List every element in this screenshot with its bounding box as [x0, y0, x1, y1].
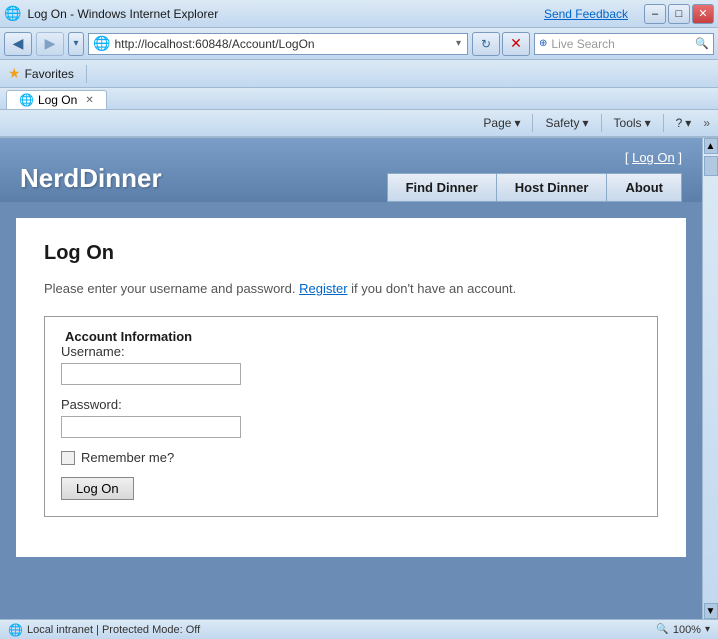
username-input[interactable]	[61, 363, 241, 385]
scrollbar[interactable]: ▲ ▼	[702, 138, 718, 619]
search-button[interactable]: 🔍	[695, 37, 709, 50]
favorites-label: Favorites	[25, 67, 74, 81]
favorites-button[interactable]: ★ Favorites	[4, 63, 78, 84]
header-login: [ Log On ]	[625, 150, 682, 165]
scroll-down-button[interactable]: ▼	[704, 603, 718, 619]
zoom-chevron-icon[interactable]: ▾	[705, 624, 710, 635]
username-group: Username:	[61, 344, 641, 385]
logon-button[interactable]: Log On	[61, 477, 134, 500]
live-search-icon: ⊕	[539, 38, 547, 49]
find-dinner-nav-button[interactable]: Find Dinner	[387, 173, 497, 202]
fav-separator	[86, 65, 87, 83]
star-icon: ★	[8, 65, 21, 82]
tab-label: Log On	[38, 93, 77, 107]
scroll-up-button[interactable]: ▲	[704, 138, 718, 154]
toolbar-separator-2	[601, 114, 602, 132]
page-area: NerdDinner [ Log On ] Find Dinner Host D…	[0, 138, 702, 619]
tools-label: Tools	[614, 116, 642, 130]
maximize-button[interactable]: □	[668, 4, 690, 24]
safety-chevron-icon: ▾	[583, 116, 589, 130]
help-icon: ?	[676, 116, 683, 130]
address-dropdown-arrow[interactable]: ▾	[454, 38, 463, 49]
toolbar-separator-3	[663, 114, 664, 132]
main-nav: Find Dinner Host Dinner About	[387, 173, 682, 202]
safety-menu-button[interactable]: Safety ▾	[541, 114, 592, 132]
username-label: Username:	[61, 344, 641, 359]
browser-icon: 🌐	[4, 5, 21, 22]
titlebar: 🌐 Log On - Windows Internet Explorer Sen…	[0, 0, 718, 28]
help-button[interactable]: ? ▾	[672, 114, 696, 132]
site-logo: NerdDinner	[20, 163, 162, 202]
minimize-button[interactable]: –	[644, 4, 666, 24]
help-chevron-icon: ▾	[685, 116, 691, 130]
toolbar-overflow-button[interactable]: »	[703, 116, 710, 130]
page-title: Log On	[44, 242, 658, 265]
intro-text: Please enter your username and password.	[44, 281, 295, 296]
tab-icon: 🌐	[19, 93, 34, 107]
browser-content: NerdDinner [ Log On ] Find Dinner Host D…	[0, 138, 718, 619]
address-icon: 🌐	[93, 35, 110, 52]
intro-suffix: if you don't have an account.	[351, 281, 516, 296]
search-box[interactable]: ⊕ Live Search 🔍	[534, 33, 714, 55]
zoom-level[interactable]: 100%	[673, 624, 701, 636]
remember-row: Remember me?	[61, 450, 641, 465]
refresh-button[interactable]: ↻	[472, 32, 500, 56]
tab-bar: 🌐 Log On ✕	[0, 88, 718, 110]
login-card: Log On Please enter your username and pa…	[16, 218, 686, 557]
site-header: NerdDinner [ Log On ] Find Dinner Host D…	[0, 138, 702, 202]
tools-menu-button[interactable]: Tools ▾	[610, 114, 655, 132]
addressbar: ◀ ▶ ▾ 🌐 http://localhost:60848/Account/L…	[0, 28, 718, 60]
host-dinner-nav-button[interactable]: Host Dinner	[496, 173, 608, 202]
address-box[interactable]: 🌐 http://localhost:60848/Account/LogOn ▾	[88, 33, 468, 55]
register-link[interactable]: Register	[299, 281, 347, 296]
tools-chevron-icon: ▾	[645, 116, 651, 130]
password-label: Password:	[61, 397, 641, 412]
favorites-bar: ★ Favorites	[0, 60, 718, 88]
login-suffix: ]	[678, 150, 682, 165]
login-prefix: [	[625, 150, 629, 165]
scrollbar-thumb[interactable]	[704, 156, 718, 176]
status-right: 🔍 100% ▾	[656, 624, 710, 636]
statusbar: 🌐 Local intranet | Protected Mode: Off 🔍…	[0, 619, 718, 639]
back-button[interactable]: ◀	[4, 32, 32, 56]
remember-checkbox[interactable]	[61, 451, 75, 465]
account-fieldset: Account Information Username: Password: …	[44, 316, 658, 517]
ie-toolbar: Page ▾ Safety ▾ Tools ▾ ? ▾ »	[0, 110, 718, 138]
zoom-icon: 🔍	[656, 624, 668, 635]
tab-close-icon[interactable]: ✕	[85, 95, 93, 106]
fieldset-legend: Account Information	[61, 329, 641, 344]
search-label: Live Search	[551, 37, 695, 51]
status-left: 🌐 Local intranet | Protected Mode: Off	[8, 623, 200, 637]
dropdown-button[interactable]: ▾	[68, 32, 84, 56]
forward-button[interactable]: ▶	[36, 32, 64, 56]
toolbar-separator-1	[532, 114, 533, 132]
stop-button[interactable]: ✕	[502, 32, 530, 56]
password-group: Password:	[61, 397, 641, 438]
remember-label: Remember me?	[81, 450, 174, 465]
page-chevron-icon: ▾	[514, 116, 520, 130]
status-text: Local intranet | Protected Mode: Off	[27, 624, 200, 636]
header-right: [ Log On ] Find Dinner Host Dinner About	[387, 150, 682, 202]
send-feedback-link[interactable]: Send Feedback	[544, 7, 628, 21]
active-tab[interactable]: 🌐 Log On ✕	[6, 90, 107, 109]
login-link[interactable]: Log On	[632, 150, 675, 165]
main-content: Log On Please enter your username and pa…	[0, 202, 702, 573]
address-text: http://localhost:60848/Account/LogOn	[114, 37, 450, 51]
password-input[interactable]	[61, 416, 241, 438]
status-icon: 🌐	[8, 623, 23, 637]
safety-label: Safety	[545, 116, 579, 130]
intro-paragraph: Please enter your username and password.…	[44, 281, 658, 296]
page-menu-button[interactable]: Page ▾	[479, 114, 524, 132]
window-title: Log On - Windows Internet Explorer	[27, 7, 218, 21]
page-label: Page	[483, 116, 511, 130]
close-button[interactable]: ✕	[692, 4, 714, 24]
about-nav-button[interactable]: About	[606, 173, 682, 202]
